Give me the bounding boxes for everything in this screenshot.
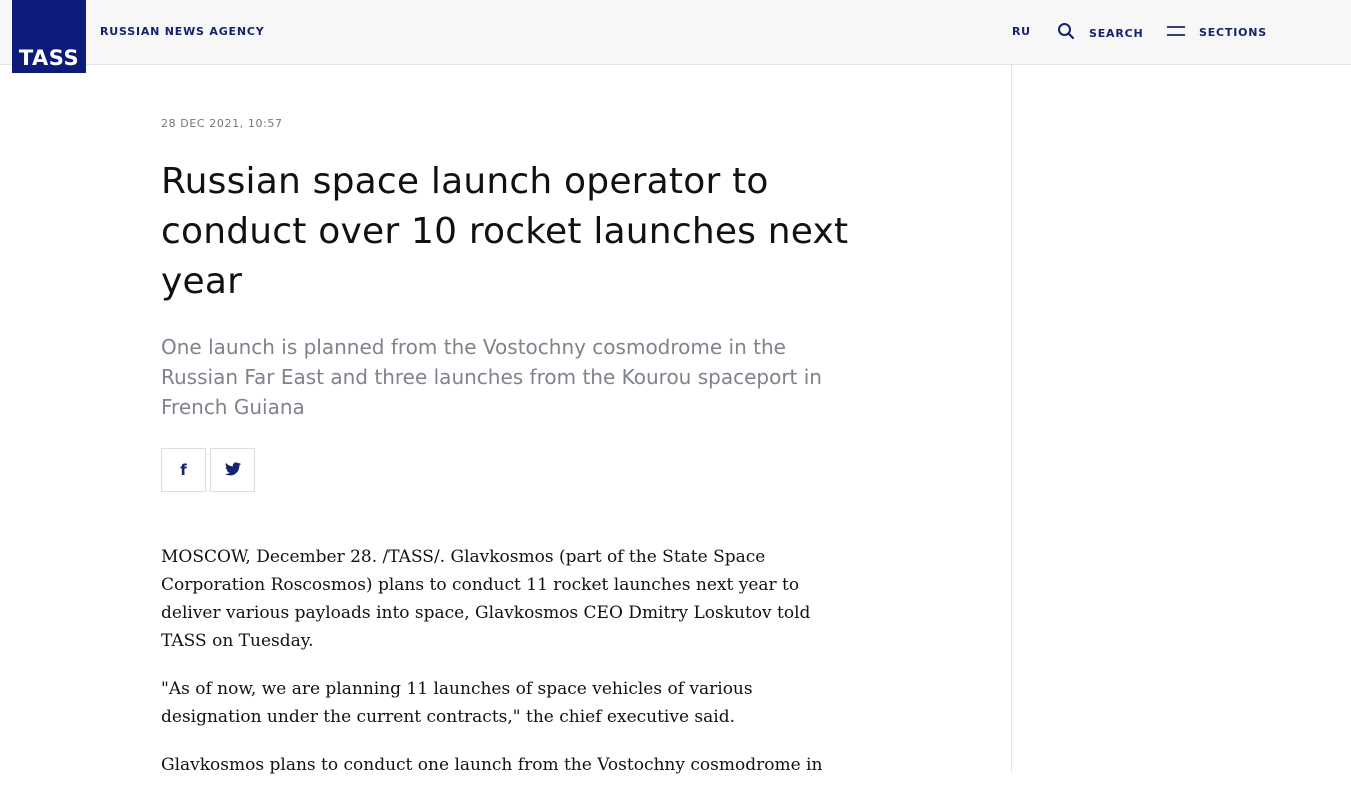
agency-name: RUSSIAN NEWS AGENCY: [100, 25, 265, 38]
search-icon: [1057, 22, 1075, 44]
site-header: TASS RUSSIAN NEWS AGENCY RU SEARCH SECTI…: [0, 0, 1351, 73]
twitter-icon: [224, 461, 241, 480]
search-button[interactable]: SEARCH: [1057, 22, 1144, 44]
article-paragraph: "As of now, we are planning 11 launches …: [161, 679, 753, 727]
share-twitter-button[interactable]: [210, 448, 255, 492]
menu-icon: [1167, 23, 1185, 42]
sections-button[interactable]: SECTIONS: [1167, 23, 1267, 42]
search-label: SEARCH: [1089, 26, 1144, 40]
facebook-icon: f: [180, 461, 187, 479]
share-buttons: f: [161, 448, 255, 492]
share-facebook-button[interactable]: f: [161, 448, 206, 492]
tass-logo[interactable]: TASS: [12, 0, 86, 73]
right-column-divider: [1011, 65, 1012, 772]
article-paragraph: MOSCOW, December 28. /TASS/. Glavkosmos …: [161, 547, 811, 651]
article-paragraph: Glavkosmos plans to conduct one launch f…: [161, 755, 823, 775]
article-lead: One launch is planned from the Vostochny…: [161, 335, 822, 419]
article-date: 28 DEC 2021, 10:57: [161, 117, 283, 130]
article-title: Russian space launch operator to conduct…: [161, 161, 849, 302]
sections-label: SECTIONS: [1199, 26, 1267, 39]
logo-text: TASS: [18, 46, 80, 70]
language-switch-ru[interactable]: RU: [1012, 25, 1031, 38]
article-body: MOSCOW, December 28. /TASS/. Glavkosmos …: [161, 543, 831, 799]
